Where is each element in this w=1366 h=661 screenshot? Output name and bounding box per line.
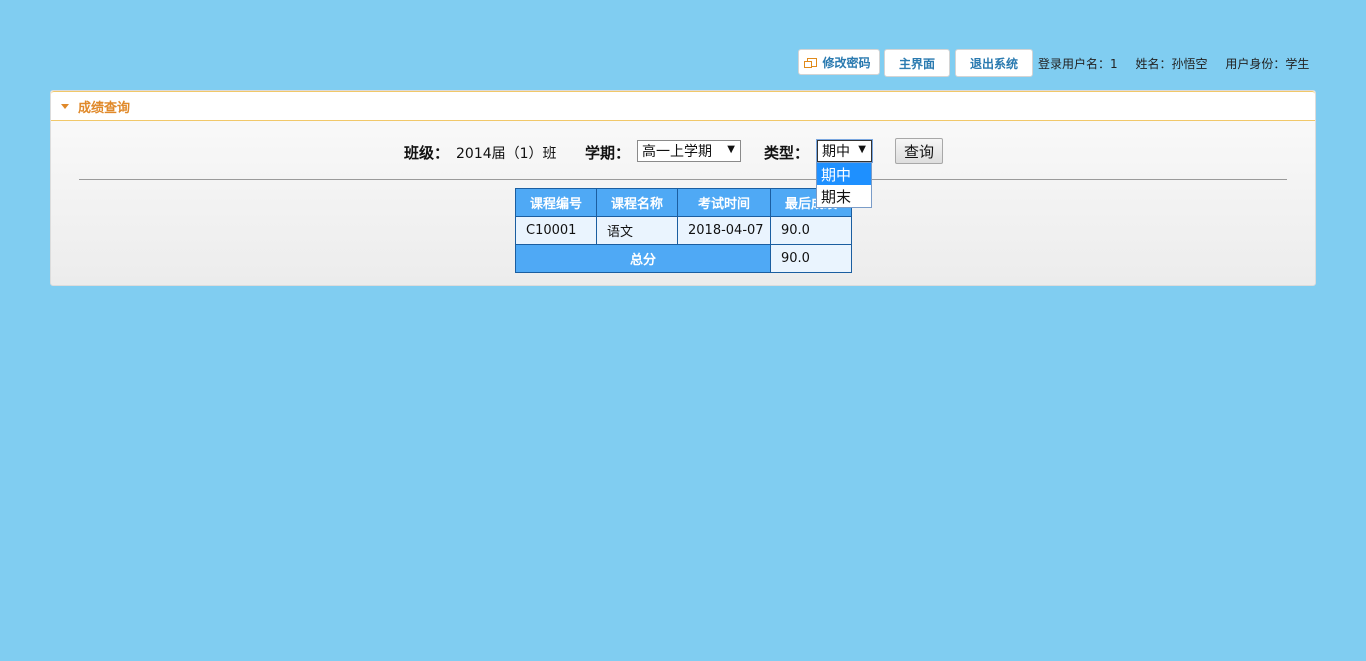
login-username: 登录用户名：1 (1038, 57, 1118, 71)
dropdown-arrow-icon: ▼ (858, 144, 866, 155)
query-label: 查询 (903, 142, 934, 161)
table-header-row: 课程编号 课程名称 考试时间 最后成绩 (515, 188, 852, 217)
course-name-cell: 语文 (596, 216, 678, 245)
query-button[interactable]: 查询 (895, 138, 943, 164)
filter-row: 班级： 2014届（1）班 学期： 高一上学期 ▼ 类型： 期中 ▼ (51, 139, 1315, 164)
type-selected-value: 期中 (822, 144, 850, 160)
table-row: C10001 语文 2018-04-07 90.0 (515, 216, 852, 245)
type-option-final[interactable]: 期末 (817, 185, 871, 207)
total-value: 90.0 (770, 244, 852, 273)
total-row: 总分 90.0 (515, 244, 852, 273)
type-label: 类型： (764, 144, 810, 162)
change-password-button[interactable]: 修改密码 (798, 49, 880, 75)
course-id-cell: C10001 (515, 216, 597, 245)
external-window-icon (804, 57, 818, 68)
type-option-midterm[interactable]: 期中 (817, 163, 871, 185)
type-select[interactable]: 期中 ▼ (816, 139, 873, 163)
term-label: 学期： (585, 144, 631, 162)
panel-title: 成绩查询 (78, 100, 131, 116)
home-label: 主界面 (898, 56, 935, 71)
dropdown-arrow-icon: ▼ (727, 144, 735, 155)
user-info: 登录用户名：1 姓名：孙悟空 用户身份：学生 (1038, 55, 1323, 72)
logout-label: 退出系统 (969, 56, 1018, 71)
user-identity: 用户身份：学生 (1225, 57, 1310, 71)
top-bar: 修改密码 主界面 退出系统 登录用户名：1 姓名：孙悟空 用户身份：学生 (0, 49, 1366, 79)
score-query-panel: 成绩查询 班级： 2014届（1）班 学期： 高一上学期 ▼ 类型： 期中 ▼ … (50, 90, 1316, 286)
divider (79, 179, 1287, 180)
column-header: 考试时间 (677, 188, 771, 217)
caret-down-icon (61, 103, 69, 109)
user-name: 姓名：孙悟空 (1135, 57, 1208, 71)
column-header: 课程名称 (596, 188, 678, 217)
change-password-label: 修改密码 (822, 55, 871, 70)
score-table: 课程编号 课程名称 考试时间 最后成绩 C10001 语文 2018-04-07… (515, 188, 852, 273)
type-dropdown-list: 期中 期末 (816, 162, 872, 208)
logout-button[interactable]: 退出系统 (955, 49, 1033, 77)
term-select[interactable]: 高一上学期 ▼ (637, 140, 741, 162)
column-header: 课程编号 (515, 188, 597, 217)
term-selected-value: 高一上学期 (642, 144, 712, 160)
total-label: 总分 (515, 244, 771, 273)
final-score-cell: 90.0 (770, 216, 852, 245)
home-button[interactable]: 主界面 (884, 49, 950, 77)
panel-header[interactable]: 成绩查询 (51, 91, 1315, 121)
class-value: 2014届（1）班 (456, 146, 557, 162)
exam-date-cell: 2018-04-07 (677, 216, 771, 245)
class-label: 班级： (404, 144, 450, 162)
